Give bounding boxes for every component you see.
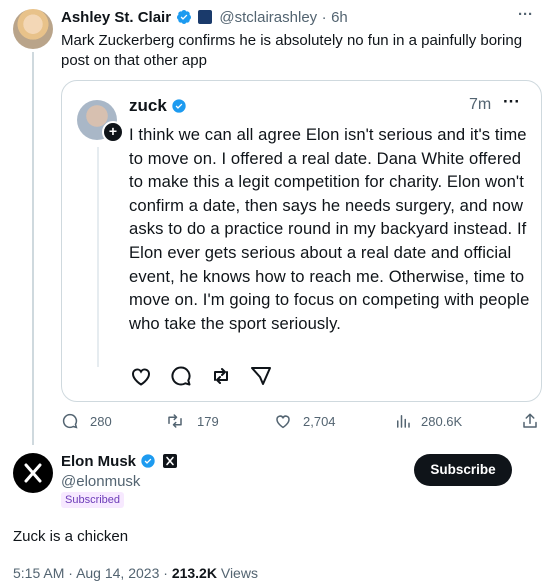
reply-time[interactable]: 5:15 AM	[13, 565, 64, 581]
verified-badge-icon	[140, 453, 160, 470]
x-logo-icon	[24, 463, 42, 483]
author-handle[interactable]: @elonmusk	[61, 473, 140, 490]
author-name[interactable]: Elon Musk	[61, 453, 136, 470]
reply-header: Elon Musk	[61, 453, 177, 471]
repost-icon[interactable]	[209, 364, 233, 388]
author-name[interactable]: zuck	[129, 96, 167, 115]
separator: ·	[321, 9, 327, 26]
tweet-header: Ashley St. Clair @stclairashley · 6h	[61, 9, 348, 27]
author-handle[interactable]: @stclairashley	[219, 9, 317, 26]
engagement-row: 280 179 2,704 280.6K	[61, 412, 541, 434]
quoted-header: zuck	[129, 96, 187, 116]
views-icon[interactable]	[394, 412, 412, 435]
verified-badge-icon	[171, 98, 187, 115]
quoted-time: 7m	[469, 96, 492, 113]
retweet-icon[interactable]	[165, 412, 185, 435]
more-options-icon[interactable]: ···	[503, 92, 520, 112]
tweet-time[interactable]: 6h	[331, 9, 348, 26]
quoted-action-row	[129, 364, 289, 390]
like-count: 2,704	[303, 414, 336, 429]
separator: ·	[68, 565, 73, 581]
subscribe-button[interactable]: Subscribe	[414, 454, 512, 486]
reply-icon[interactable]	[61, 412, 79, 435]
reply-view-count: 213.2K	[171, 565, 217, 581]
like-icon[interactable]	[274, 412, 292, 435]
affiliate-badge-icon	[197, 10, 212, 24]
quoted-text: I think we can all agree Elon isn't seri…	[129, 125, 530, 333]
reply-meta: 5:15 AM · Aug 14, 2023 · 213.2K Views	[13, 565, 258, 581]
share-icon[interactable]	[521, 412, 539, 435]
subscribed-badge: Subscribed	[61, 492, 125, 508]
view-count: 280.6K	[421, 414, 463, 429]
heart-icon[interactable]	[129, 364, 153, 388]
comment-icon[interactable]	[169, 364, 193, 388]
thread-connector	[97, 147, 99, 367]
more-options-icon[interactable]: ···	[518, 6, 533, 23]
quoted-post[interactable]: + zuck 7m ··· I think we can all agree E…	[61, 80, 542, 402]
x-affiliate-badge-icon	[162, 454, 177, 468]
verified-badge-icon	[176, 9, 196, 26]
reply-count: 280	[90, 414, 112, 429]
reply-date[interactable]: Aug 14, 2023	[76, 565, 159, 581]
send-icon[interactable]	[249, 364, 273, 388]
avatar[interactable]	[13, 453, 53, 493]
author-name[interactable]: Ashley St. Clair	[61, 9, 171, 26]
separator: ·	[163, 565, 168, 581]
reply-text: Zuck is a chicken	[13, 528, 129, 545]
thread-connector	[32, 52, 34, 445]
follow-plus-icon[interactable]: +	[102, 121, 124, 143]
tweet-text: Mark Zuckerberg confirms he is absolutel…	[61, 32, 523, 69]
views-label: Views	[220, 565, 258, 581]
retweet-count: 179	[197, 414, 219, 429]
avatar[interactable]	[13, 9, 53, 49]
